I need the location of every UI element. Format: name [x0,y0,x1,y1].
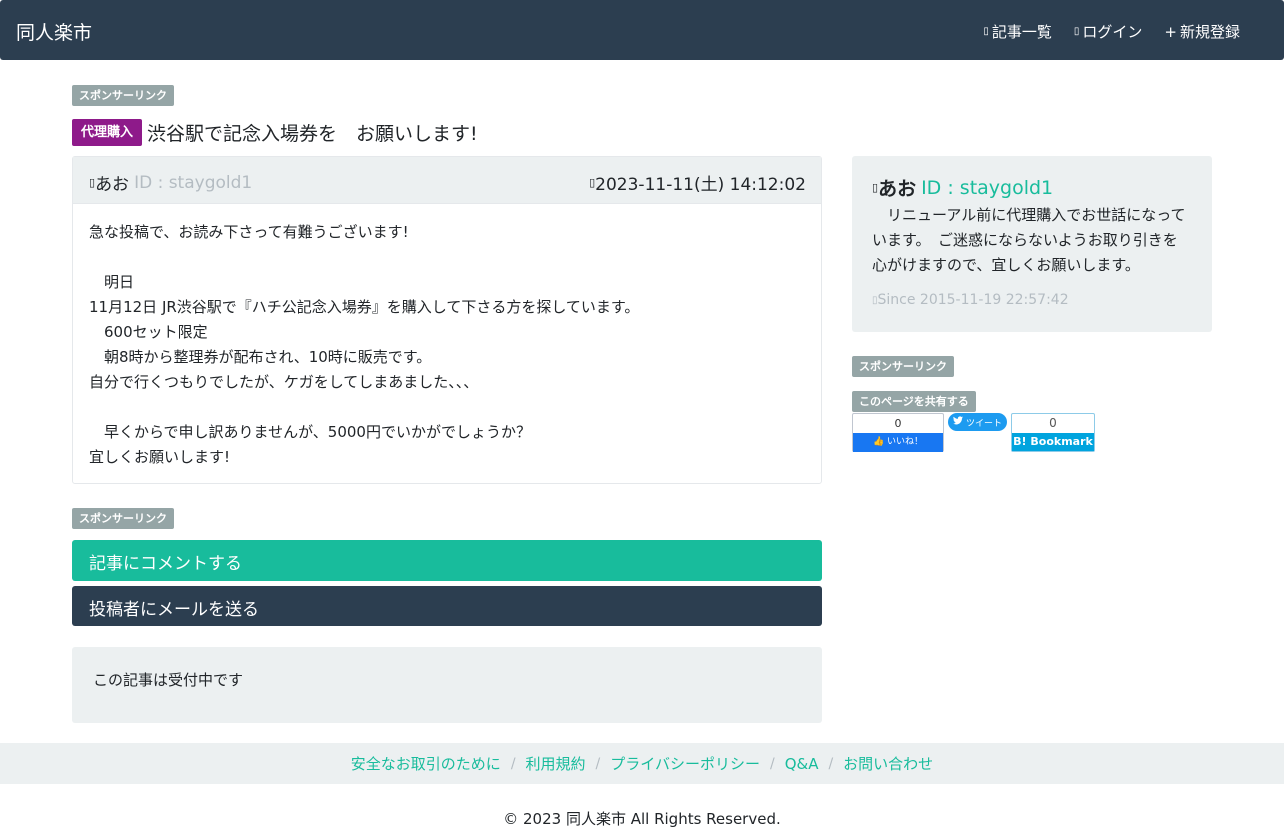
footer-link-contact[interactable]: お問い合わせ [843,753,933,774]
post-body-line: 急な投稿で、お読み下さって有難うございます! [89,223,409,241]
footer-links: 安全なお取引のために / 利用規約 / プライバシーポリシー / Q&A / お… [351,753,933,774]
profile-description: リニューアル前に代理購入でお世話になっています。 ご迷惑にならないようお取り引き… [872,206,1186,274]
nav-article-list-label: 記事一覧 [991,23,1052,41]
profile-name-row: ▯ あお ID : staygold1 [872,174,1192,201]
site-brand[interactable]: 同人楽市 [16,18,92,45]
tweet-button[interactable]: ツイート [948,413,1007,431]
footer-link-safety[interactable]: 安全なお取引のために [351,753,501,774]
nav-register[interactable]: + 新規登録 [1164,21,1240,42]
profile-card: ▯ あお ID : staygold1 リニューアル前に代理購入でお世話になって… [852,156,1212,332]
footer-link-qa[interactable]: Q&A [785,755,819,773]
sponsor-badge-top: スポンサーリンク [72,85,174,106]
profile-id-link[interactable]: ID : staygold1 [921,177,1053,199]
share-label: このページを共有する [852,391,976,412]
facebook-like-label: いいね！ [887,437,924,447]
nav-login-label: ログイン [1082,23,1143,41]
footer-separator: / [769,755,775,772]
status-box: この記事は受付中です [72,647,822,723]
status-text: この記事は受付中です [93,671,244,689]
footer-separator: / [595,755,601,772]
category-badge: 代理購入 [72,119,143,146]
post-body-line: 早くからで申し訳ありませんが、5000円でいかがでしょうか？ [89,423,531,441]
post-author-id: ID : staygold1 [134,172,253,193]
twitter-bird-icon [952,416,963,428]
send-mail-button[interactable]: 投稿者にメールを送る [72,586,822,626]
post-title-row: 代理購入 渋谷駅で記念入場券を お願いします! [72,119,478,146]
profile-since: ▯ Since 2015-11-19 22:57:42 [872,292,1192,308]
post-body-line: 宜しくお願いします! [89,448,231,466]
post-body-line: 自分で行くつもりでしたが、ケガをしてしまあました、、、 [89,373,479,391]
sponsor-badge-sidebar: スポンサーリンク [852,356,954,377]
profile-name: あお [878,178,917,200]
post-author-name[interactable]: あお [95,170,129,195]
post-date-text: 2023-11-11(土) 14:12:02 [595,175,806,195]
footer-separator: / [828,755,834,772]
post-body-line: 600セット限定 [89,323,208,341]
post-body-line [89,395,805,420]
footer-links-bar: 安全なお取引のために / 利用規約 / プライバシーポリシー / Q&A / お… [0,743,1284,784]
profile-since-text: Since 2015-11-19 22:57:42 [877,292,1069,308]
facebook-like-count: 0 [894,417,902,430]
copyright: © 2023 同人楽市 All Rights Reserved. [503,810,781,828]
login-icon: ▯ [1073,26,1080,37]
post-header: ▯ あお ID : staygold1 ▯ 2023-11-11(土) 14:1… [73,157,821,204]
footer-link-privacy[interactable]: プライバシーポリシー [610,753,760,774]
nav-article-list[interactable]: ▯ 記事一覧 [983,21,1052,42]
nav-login[interactable]: ▯ ログイン [1074,21,1143,42]
hatena-bookmark-widget[interactable]: 0 B! Bookmark [1011,413,1095,452]
top-navbar: 同人楽市 ▯ 記事一覧 ▯ ログイン + 新規登録 [0,0,1284,60]
thumbs-up-icon: 👍 [872,437,885,447]
list-icon: ▯ [983,26,989,37]
post-title: 渋谷駅で記念入場券を お願いします! [147,123,478,145]
comment-button[interactable]: 記事にコメントする [72,540,822,581]
post-card: ▯ あお ID : staygold1 ▯ 2023-11-11(土) 14:1… [72,156,822,484]
post-body-line: 11月12日 JR渋谷駅で『ハチ公記念入場券』を購入して下さる方を探しています。 [89,298,640,316]
nav-register-label: 新規登録 [1179,23,1240,41]
plus-icon: + [1164,22,1177,41]
post-body-line: 明日 [89,273,135,291]
post-body-line: 朝8時から整理券が配布され、10時に販売です。 [89,348,432,366]
sponsor-badge-middle: スポンサーリンク [72,508,174,529]
post-author: ▯ あお ID : staygold1 [89,170,253,196]
post-body: 急な投稿で、お読み下さって有難うございます! 明日 11月12日 JR渋谷駅で『… [73,204,821,486]
facebook-like-button[interactable]: 👍 いいね！ [853,433,943,452]
nav-links: ▯ 記事一覧 ▯ ログイン + 新規登録 [983,21,1240,42]
footer-link-terms[interactable]: 利用規約 [526,753,586,774]
hatena-bookmark-button[interactable]: B! Bookmark [1012,433,1094,451]
post-body-line [89,245,805,270]
hatena-bookmark-count: 0 [1049,416,1057,430]
post-date: ▯ 2023-11-11(土) 14:12:02 [589,170,806,195]
facebook-like-widget[interactable]: 0 👍 いいね！ [852,413,944,452]
tweet-label: ツイート [965,418,1002,429]
footer-separator: / [510,755,516,772]
